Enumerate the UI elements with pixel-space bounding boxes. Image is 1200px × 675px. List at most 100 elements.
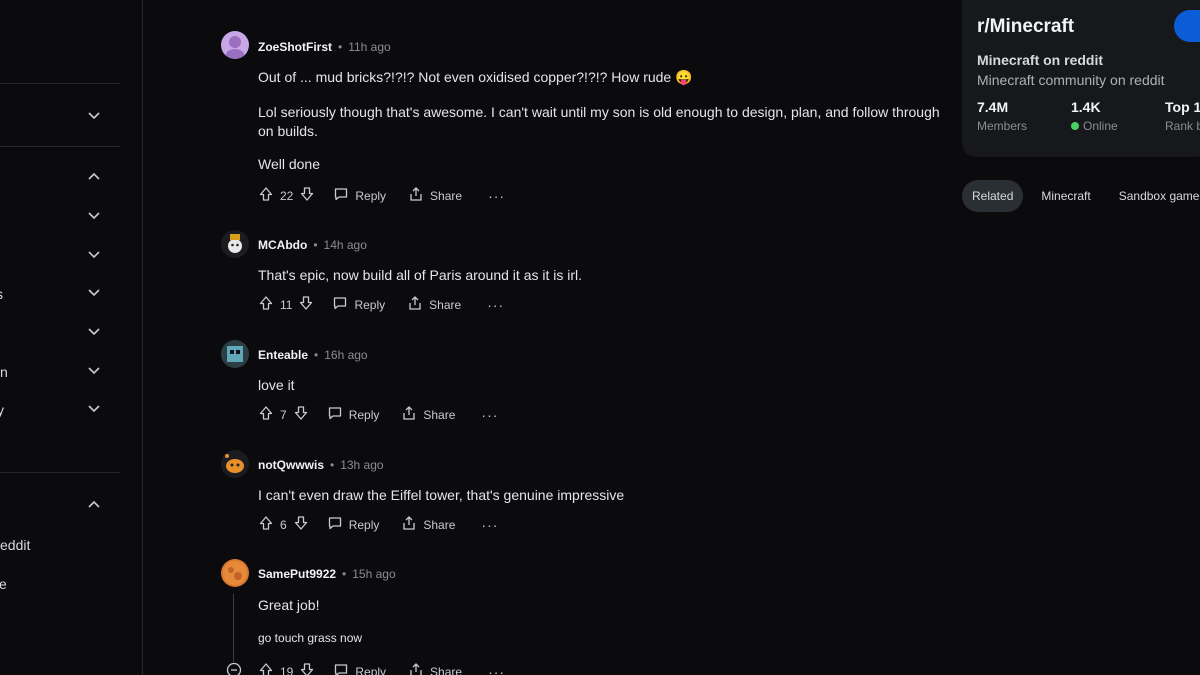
- sidebar-item-label[interactable]: s: [0, 286, 3, 302]
- avatar[interactable]: [221, 230, 249, 258]
- chip-minecraft[interactable]: Minecraft: [1031, 180, 1100, 212]
- left-sidebar: s n y eddit e: [0, 0, 143, 675]
- comment-icon: [332, 295, 348, 314]
- share-button[interactable]: Share: [407, 295, 461, 314]
- community-title: Minecraft on reddit: [977, 52, 1104, 68]
- chevron-down-icon[interactable]: [86, 400, 102, 416]
- share-button[interactable]: Share: [408, 186, 462, 205]
- more-options-button[interactable]: ···: [488, 188, 505, 204]
- more-options-button[interactable]: ···: [481, 407, 498, 423]
- chip-related[interactable]: Related: [962, 180, 1024, 212]
- separator-dot: •: [338, 40, 343, 54]
- downvote-icon[interactable]: [298, 295, 314, 314]
- upvote-icon[interactable]: [258, 515, 274, 534]
- comment-actions: 6 Reply Share ···: [258, 515, 498, 534]
- share-icon: [408, 662, 424, 675]
- share-icon: [401, 515, 417, 534]
- downvote-icon[interactable]: [299, 662, 315, 675]
- chevron-down-icon[interactable]: [86, 284, 102, 300]
- downvote-icon[interactable]: [293, 515, 309, 534]
- comment-icon: [327, 515, 343, 534]
- share-icon: [408, 186, 424, 205]
- stat-online: 1.4K Online: [1071, 99, 1118, 133]
- reply-button[interactable]: Reply: [332, 295, 385, 314]
- comment-paragraph: Out of ... mud bricks?!?!? Not even oxid…: [258, 69, 693, 85]
- online-indicator-icon: [1071, 122, 1079, 130]
- author-name[interactable]: SamePut9922: [258, 567, 336, 581]
- reply-button[interactable]: Reply: [333, 662, 386, 675]
- avatar[interactable]: [221, 450, 249, 478]
- stat-value: 1.4K: [1071, 99, 1101, 115]
- comment-actions: 22 Reply Share ···: [258, 186, 505, 205]
- sidebar-item-label[interactable]: y: [0, 402, 4, 418]
- share-button[interactable]: Share: [401, 515, 455, 534]
- chevron-down-icon[interactable]: [86, 246, 102, 262]
- timestamp[interactable]: 15h ago: [352, 567, 395, 581]
- community-description: Minecraft community on reddit: [977, 72, 1165, 88]
- sidebar-item-label[interactable]: e: [0, 576, 7, 592]
- sidebar-item-label[interactable]: eddit: [0, 537, 30, 553]
- share-label: Share: [423, 517, 456, 532]
- more-options-button[interactable]: ···: [481, 517, 498, 533]
- author-name[interactable]: Enteable: [258, 348, 308, 362]
- sidebar-divider: [0, 472, 120, 473]
- vote-count: 7: [280, 407, 287, 422]
- upvote-icon[interactable]: [258, 405, 274, 424]
- comment-icon: [327, 405, 343, 424]
- avatar[interactable]: [221, 559, 249, 587]
- reply-button[interactable]: Reply: [327, 515, 379, 534]
- share-button[interactable]: Share: [401, 405, 455, 424]
- sidebar-item-label[interactable]: n: [0, 364, 8, 380]
- chevron-down-icon[interactable]: [86, 323, 102, 339]
- stat-members: 7.4M Members: [977, 99, 1027, 133]
- stat-label: Rank b: [1165, 119, 1200, 133]
- timestamp[interactable]: 14h ago: [324, 238, 367, 252]
- comment-feed: ZoeShotFirst • 11h ago Out of ... mud br…: [143, 0, 953, 675]
- reply-button[interactable]: Reply: [333, 186, 386, 205]
- comment-meta: MCAbdo • 14h ago: [258, 238, 367, 252]
- reply-button[interactable]: Reply: [327, 405, 379, 424]
- share-button[interactable]: Share: [408, 662, 462, 675]
- stat-label: Online: [1071, 119, 1118, 133]
- separator-dot: •: [330, 458, 335, 472]
- chip-sandbox-game[interactable]: Sandbox game: [1109, 180, 1200, 212]
- stat-value: 7.4M: [977, 99, 1009, 115]
- comment-paragraph: Great job!: [258, 597, 320, 613]
- chevron-up-icon[interactable]: [86, 497, 102, 513]
- chevron-up-icon[interactable]: [86, 169, 102, 185]
- collapse-icon[interactable]: [226, 662, 242, 675]
- upvote-icon[interactable]: [258, 186, 274, 205]
- vote-count: 22: [280, 188, 294, 203]
- vote-group: 11: [258, 295, 314, 314]
- community-name[interactable]: r/Minecraft: [977, 16, 1074, 38]
- separator-dot: •: [314, 348, 319, 362]
- avatar[interactable]: [221, 31, 249, 59]
- share-label: Share: [429, 297, 462, 312]
- thread-line[interactable]: [233, 594, 234, 662]
- reply-label: Reply: [354, 297, 386, 312]
- more-options-button[interactable]: ···: [487, 297, 504, 313]
- stat-label: Members: [977, 119, 1027, 133]
- join-button[interactable]: [1174, 10, 1200, 42]
- comment-meta: Enteable • 16h ago: [258, 348, 368, 362]
- upvote-icon[interactable]: [258, 662, 274, 675]
- share-icon: [407, 295, 423, 314]
- comment-body: Great job! go touch grass now: [258, 596, 948, 664]
- timestamp[interactable]: 16h ago: [324, 348, 367, 362]
- timestamp[interactable]: 11h ago: [348, 40, 391, 54]
- author-name[interactable]: MCAbdo: [258, 238, 307, 252]
- author-name[interactable]: ZoeShotFirst: [258, 40, 332, 54]
- downvote-icon[interactable]: [299, 186, 315, 205]
- downvote-icon[interactable]: [293, 405, 309, 424]
- chevron-down-icon[interactable]: [86, 362, 102, 378]
- author-name[interactable]: notQwwwis: [258, 458, 324, 472]
- chevron-down-icon[interactable]: [86, 107, 102, 123]
- more-options-button[interactable]: ···: [488, 664, 505, 675]
- comment-paragraph: go touch grass now: [258, 631, 363, 645]
- stat-label-text: Online: [1083, 119, 1118, 133]
- upvote-icon[interactable]: [258, 295, 274, 314]
- avatar[interactable]: [221, 340, 249, 368]
- timestamp[interactable]: 13h ago: [340, 458, 383, 472]
- chevron-down-icon[interactable]: [86, 207, 102, 223]
- vote-count: 11: [280, 297, 293, 312]
